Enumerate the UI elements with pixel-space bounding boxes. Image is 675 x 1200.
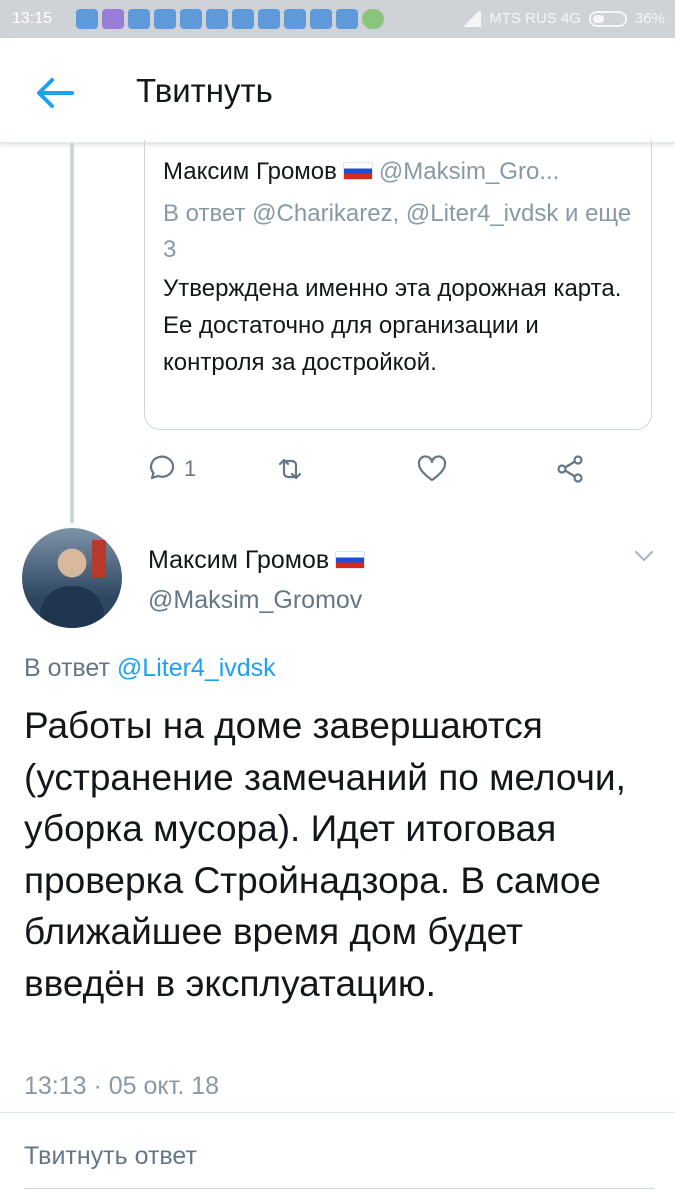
quoted-author-handle: @Maksim_Gro... [378,158,560,185]
reply-context: В ответ @Liter4_ivdsk [24,654,276,683]
divider [0,1112,675,1113]
reply-icon [149,455,175,480]
reply-prefix: В ответ [24,654,110,682]
status-time: 13:15 [12,10,53,27]
app-bar: Твитнуть [0,38,675,143]
page-title: Твитнуть [136,72,273,109]
status-right: MTS RUS 4G 36% [461,10,665,27]
signal-icon [461,10,482,27]
share-icon [557,455,583,483]
reply-mention-link[interactable]: @Liter4_ivdsk [117,654,276,682]
reply-button[interactable]: 1 [144,450,196,488]
notification-icon [258,9,280,29]
reply-input[interactable]: Твитнуть ответ [24,1142,197,1171]
carrier-label: MTS RUS 4G [489,10,581,27]
app-icon [362,9,384,29]
retweet-button[interactable] [274,450,306,488]
battery-icon [588,10,627,27]
quoted-author-name: Максим Громов [163,158,337,185]
avatar[interactable] [22,528,122,628]
retweet-icon [278,458,302,480]
avatar-figure [40,586,104,628]
author-name-text: Максим Громов [148,546,330,574]
notification-icon [232,9,254,29]
quoted-tweet-text: Утверждена именно эта дорожная карта. Ее… [163,275,622,376]
thread-connector [70,143,74,523]
quoted-reply-to: В ответ @Charikarez, @Liter4_ivdsk и еще… [163,200,632,263]
like-button[interactable] [416,450,448,488]
notification-icon [336,9,358,29]
notification-icon [206,9,228,29]
notification-icon [284,9,306,29]
notification-icons [76,9,384,29]
arrow-left-icon[interactable] [30,68,80,118]
quoted-tweet-header: Максим Громов @Maksim_Gro... [163,158,641,186]
battery-level: 36% [634,10,665,27]
notification-icon [180,9,202,29]
russian-flag-icon [335,551,366,569]
reply-count: 1 [184,456,197,481]
russian-flag-icon [342,162,373,180]
author-handle[interactable]: @Maksim_Gromov [148,586,362,615]
heart-icon [417,455,447,482]
tweet-actions: 1 [144,450,604,490]
reply-input-underline [24,1188,654,1189]
author-name[interactable]: Максим Громов [148,546,371,575]
notification-icon [128,9,150,29]
quoted-tweet-card[interactable]: Максим Громов @Maksim_Gro... В ответ @Cha… [144,140,652,430]
notification-icon [76,9,98,29]
tweet-text: Работы на доме завершаются (устранение з… [24,705,626,1004]
status-bar: 13:15 MTS RUS 4G 36% [0,0,675,38]
avatar-background [92,540,106,578]
notification-icon [310,9,332,29]
tweet-timestamp: 13:13 · 05 окт. 18 [24,1072,220,1100]
share-button[interactable] [554,450,586,488]
chevron-down-icon[interactable] [630,546,658,566]
viber-icon [102,9,124,29]
notification-icon [154,9,176,29]
